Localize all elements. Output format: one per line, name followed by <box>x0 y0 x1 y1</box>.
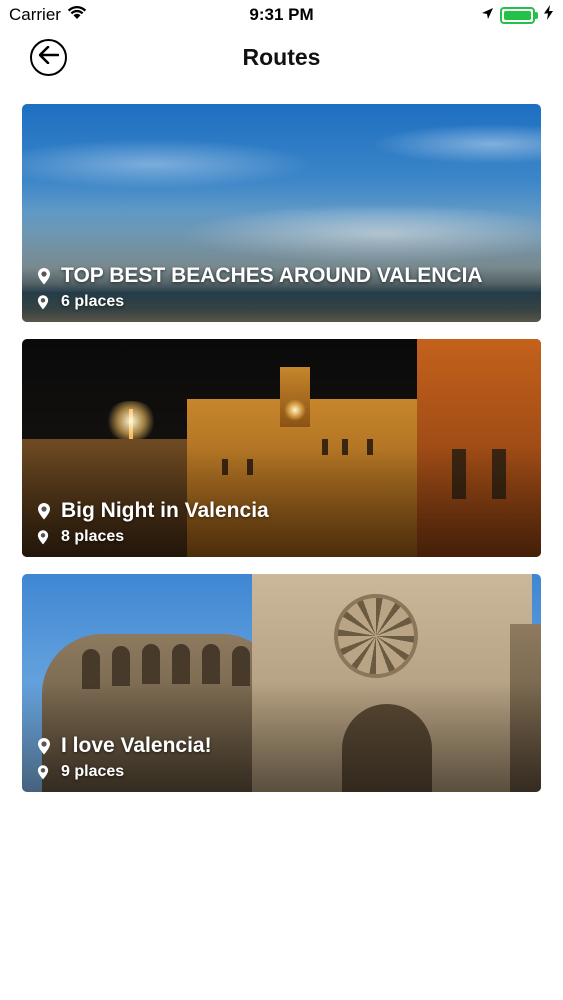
route-title: TOP BEST BEACHES AROUND VALENCIA <box>61 264 483 287</box>
map-pin-icon <box>37 737 51 755</box>
route-title: Big Night in Valencia <box>61 499 269 522</box>
route-list: TOP BEST BEACHES AROUND VALENCIA 6 place… <box>22 104 541 809</box>
battery-icon <box>500 6 535 24</box>
route-place-count: 6 places <box>61 293 125 310</box>
route-title-row: I love Valencia! <box>37 734 212 758</box>
charging-bolt-icon <box>544 5 553 25</box>
location-arrow-icon <box>481 5 494 25</box>
route-title-row: Big Night in Valencia <box>37 499 269 523</box>
map-pin-icon <box>37 502 51 520</box>
route-card-beaches[interactable]: TOP BEST BEACHES AROUND VALENCIA 6 place… <box>22 104 541 322</box>
route-count-row: 8 places <box>37 528 124 546</box>
status-right <box>481 5 553 25</box>
map-pin-icon <box>37 529 49 545</box>
map-pin-icon <box>37 294 49 310</box>
page-title: Routes <box>242 44 321 70</box>
route-count-row: 9 places <box>37 763 124 781</box>
map-pin-icon <box>37 764 49 780</box>
route-place-count: 9 places <box>61 763 125 780</box>
route-place-count: 8 places <box>61 528 125 545</box>
status-bar: Carrier 9:31 PM <box>0 0 563 30</box>
route-title-row: TOP BEST BEACHES AROUND VALENCIA <box>37 264 483 288</box>
map-pin-icon <box>37 267 51 285</box>
battery-tip <box>535 11 538 19</box>
route-card-big-night[interactable]: Big Night in Valencia 8 places <box>22 339 541 557</box>
route-title: I love Valencia! <box>61 734 212 757</box>
navigation-bar: Routes <box>0 30 563 86</box>
status-time: 9:31 PM <box>249 5 314 24</box>
route-count-row: 6 places <box>37 293 124 311</box>
route-card-i-love-valencia[interactable]: I love Valencia! 9 places <box>22 574 541 792</box>
